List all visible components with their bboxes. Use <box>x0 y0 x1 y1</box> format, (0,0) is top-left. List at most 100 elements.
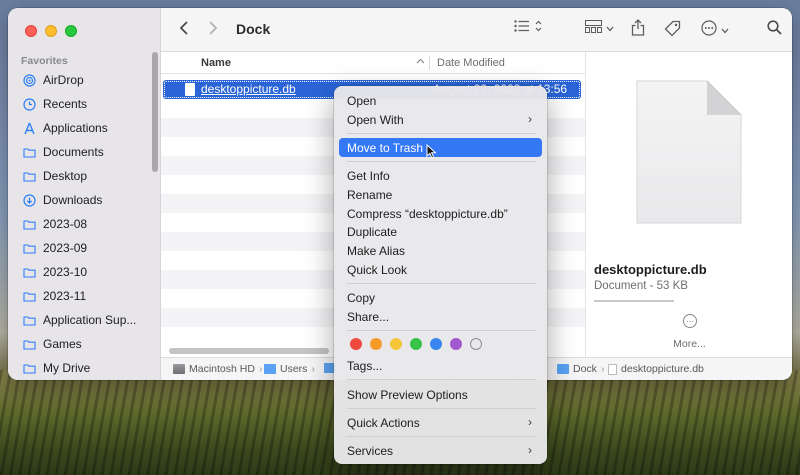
sidebar-item-label: Documents <box>43 145 104 159</box>
sidebar-item-downloads[interactable]: Downloads <box>8 188 161 212</box>
path-item-label: desktoppicture.db <box>621 363 704 375</box>
sidebar-item-games[interactable]: Games <box>8 332 161 356</box>
list-view-icon <box>514 20 530 35</box>
sidebar-item-label: Desktop <box>43 169 88 183</box>
preview-file-kind: Document - 53 KB <box>594 280 688 292</box>
sidebar-item-applications[interactable]: Applications <box>8 116 161 140</box>
sidebar-item-desktop[interactable]: Desktop <box>8 164 161 188</box>
airdrop-icon <box>23 73 36 87</box>
tag-orange-button[interactable] <box>370 338 382 350</box>
sidebar-item-application-support[interactable]: Application Sup... <box>8 308 161 332</box>
window-controls <box>25 25 77 37</box>
menu-item-duplicate[interactable]: Duplicate <box>339 222 542 241</box>
menu-item-copy[interactable]: Copy <box>339 288 542 307</box>
folder-icon <box>23 362 36 375</box>
sidebar-item-label: Applications <box>43 121 108 135</box>
group-button[interactable] <box>585 20 614 36</box>
minimize-button[interactable] <box>45 25 57 37</box>
back-button[interactable] <box>179 20 189 39</box>
menu-item-compress[interactable]: Compress “desktoppicture.db” <box>339 204 542 223</box>
view-options-button[interactable] <box>514 20 542 35</box>
tag-icon <box>664 20 681 40</box>
menu-separator <box>347 379 536 380</box>
sidebar-item-airdrop[interactable]: AirDrop <box>8 68 161 92</box>
action-button[interactable] <box>701 20 729 39</box>
sidebar-item-2023-08[interactable]: 2023-08 <box>8 212 161 236</box>
document-icon <box>185 83 195 96</box>
menu-item-move-to-trash[interactable]: Move to Trash <box>339 138 542 157</box>
up-down-chevron-icon <box>535 20 542 35</box>
search-button[interactable] <box>767 20 782 38</box>
sidebar-item-2023-09[interactable]: 2023-09 <box>8 236 161 260</box>
path-separator-icon: › <box>311 363 315 375</box>
tag-green-button[interactable] <box>410 338 422 350</box>
sidebar-item-label: 2023-11 <box>43 289 87 303</box>
chevron-right-icon <box>208 20 218 39</box>
menu-item-quick-actions[interactable]: Quick Actions › <box>339 413 542 432</box>
chevron-left-icon <box>179 20 189 39</box>
folder-icon <box>23 218 36 231</box>
menu-separator <box>347 436 536 437</box>
close-button[interactable] <box>25 25 37 37</box>
path-item-file[interactable]: desktoppicture.db <box>608 363 704 375</box>
path-item-label: Macintosh HD <box>189 363 255 375</box>
more-button[interactable]: More... <box>586 338 792 350</box>
menu-item-tags[interactable]: Tags... <box>339 356 542 375</box>
sidebar-item-documents[interactable]: Documents <box>8 140 161 164</box>
forward-button[interactable] <box>208 20 218 39</box>
sidebar-item-2023-10[interactable]: 2023-10 <box>8 260 161 284</box>
menu-item-services[interactable]: Services › <box>339 441 542 460</box>
tag-color-row <box>350 338 482 350</box>
preview-info-line <box>594 300 674 302</box>
tag-yellow-button[interactable] <box>390 338 402 350</box>
grid-icon <box>585 20 602 36</box>
menu-item-open[interactable]: Open <box>339 91 542 110</box>
menu-item-open-with[interactable]: Open With › <box>339 110 542 129</box>
tag-blue-button[interactable] <box>430 338 442 350</box>
chevron-down-icon <box>721 23 729 37</box>
sidebar-item-2023-11[interactable]: 2023-11 <box>8 284 161 308</box>
tag-red-button[interactable] <box>350 338 362 350</box>
applications-icon <box>23 122 36 135</box>
sidebar-item-recents[interactable]: Recents <box>8 92 161 116</box>
menu-item-quick-look[interactable]: Quick Look <box>339 260 542 279</box>
column-divider[interactable] <box>429 56 430 70</box>
tag-button[interactable] <box>664 20 681 40</box>
sidebar-item-label: Recents <box>43 97 88 111</box>
menu-item-share[interactable]: Share... <box>339 307 542 326</box>
path-item-users[interactable]: Users › <box>264 363 315 375</box>
folder-icon <box>23 242 36 255</box>
menu-item-rename[interactable]: Rename <box>339 185 542 204</box>
menu-item-get-info[interactable]: Get Info <box>339 166 542 185</box>
menu-item-make-alias[interactable]: Make Alias <box>339 241 542 260</box>
folder-icon <box>23 314 36 327</box>
sidebar-list: AirDrop Recents Applications Documents D… <box>8 68 161 380</box>
share-button[interactable] <box>631 19 645 39</box>
more-icon[interactable]: ... <box>683 314 697 328</box>
preview-file-name: desktoppicture.db <box>594 262 707 277</box>
menu-separator <box>347 283 536 284</box>
sort-chevron-up-icon <box>416 56 425 67</box>
chevron-right-icon: › <box>528 112 532 126</box>
ellipsis-circle-icon <box>701 20 717 39</box>
column-header-name[interactable]: Name <box>201 57 231 69</box>
menu-separator <box>347 330 536 331</box>
sidebar-item-my-drive[interactable]: My Drive <box>8 356 161 380</box>
path-item-macintosh-hd[interactable]: Macintosh HD › <box>173 363 262 375</box>
search-icon <box>767 20 782 38</box>
column-header-date-modified[interactable]: Date Modified <box>437 57 505 69</box>
share-icon <box>631 19 645 39</box>
path-item-dock[interactable]: Dock › <box>557 363 604 375</box>
sidebar-scrollbar[interactable] <box>152 52 158 172</box>
zoom-button[interactable] <box>65 25 77 37</box>
horizontal-scrollbar[interactable] <box>169 348 329 354</box>
tag-purple-button[interactable] <box>450 338 462 350</box>
context-menu: Open Open With › Move to Trash Get Info … <box>334 86 547 464</box>
folder-icon <box>23 266 36 279</box>
disk-icon <box>173 364 185 374</box>
document-icon <box>608 363 617 375</box>
menu-item-label: Quick Actions <box>347 415 420 430</box>
menu-item-show-preview-options[interactable]: Show Preview Options <box>339 385 542 404</box>
tag-gray-button[interactable] <box>470 338 482 350</box>
menu-separator <box>347 408 536 409</box>
